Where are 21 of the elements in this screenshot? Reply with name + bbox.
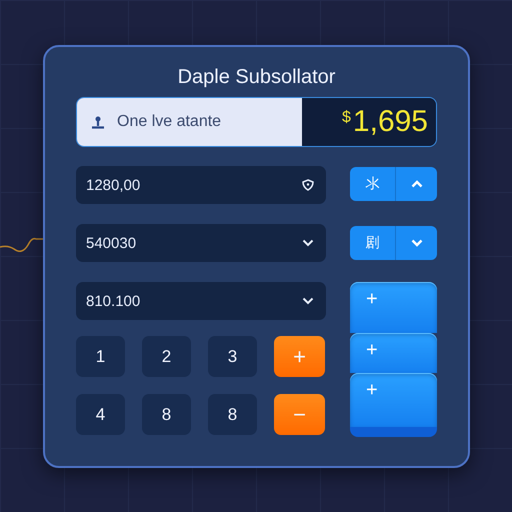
digit-key[interactable]: 1 (76, 336, 125, 377)
increment-button[interactable] (396, 167, 437, 201)
chevron-down-icon (302, 297, 314, 305)
app-title: Daple Subsollator (176, 65, 336, 90)
wave-line (0, 238, 44, 252)
currency-sign: $ (342, 109, 351, 127)
value-field[interactable]: 540030 (76, 224, 326, 262)
value-field[interactable]: 1280,00 (76, 166, 326, 204)
digit-key[interactable]: 2 (142, 336, 191, 377)
total-amount: 1,695 (352, 105, 428, 139)
value-field[interactable]: 810.100 (76, 282, 326, 320)
chevron-up-icon (410, 180, 422, 188)
shield-icon (302, 179, 314, 191)
chevron-down-icon (410, 239, 422, 247)
decrement-button[interactable] (396, 226, 437, 260)
display-label: One lve atante (117, 113, 222, 131)
digit-key[interactable]: 8 (208, 394, 257, 435)
digit-key[interactable]: 8 (142, 394, 191, 435)
digit-key[interactable]: 3 (208, 336, 257, 377)
chevron-down-icon (302, 239, 314, 247)
digit-key[interactable]: 4 (76, 394, 125, 435)
